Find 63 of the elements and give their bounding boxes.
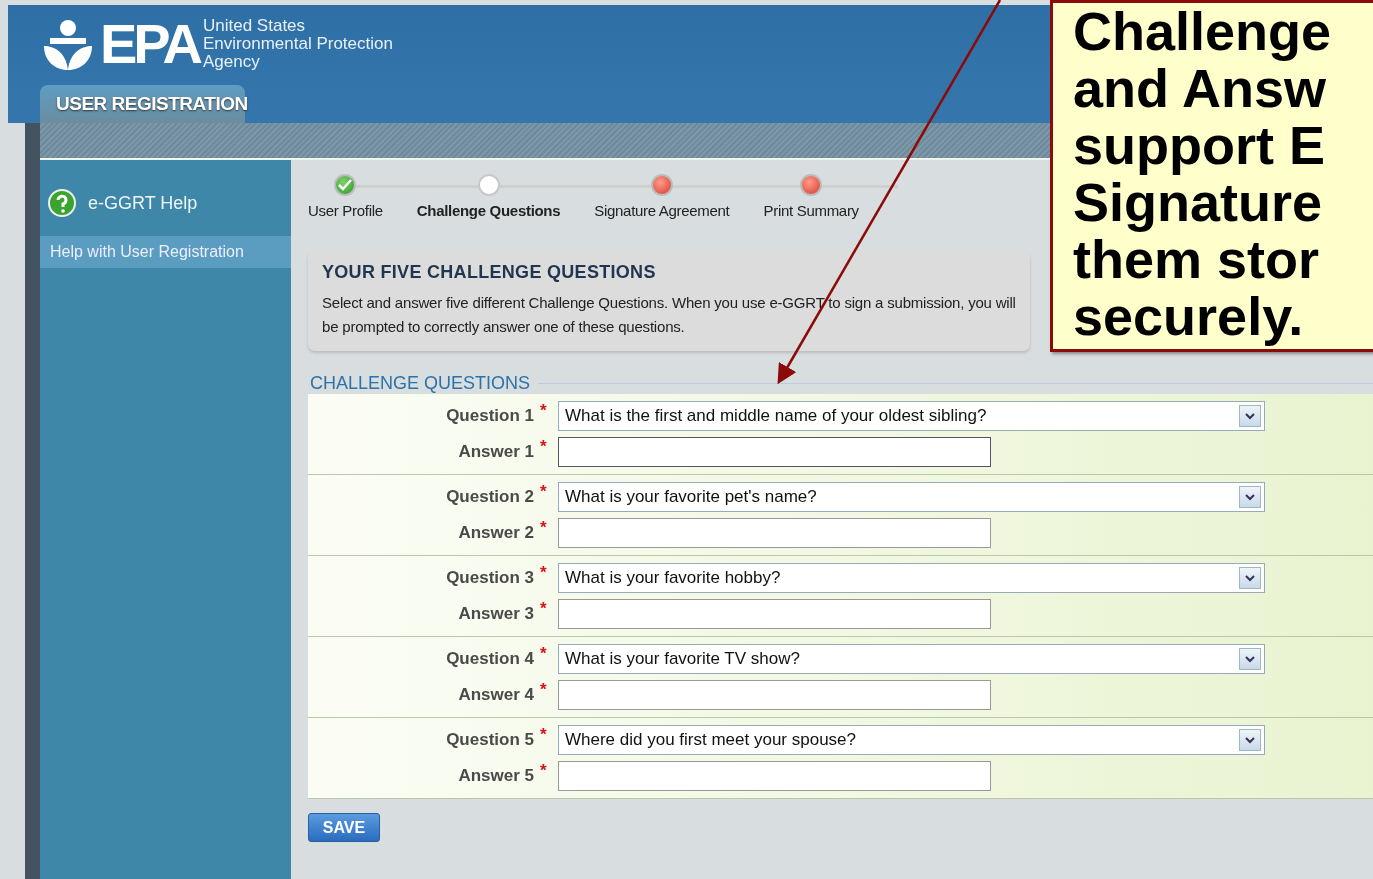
help-icon — [48, 189, 76, 217]
dropdown-caret-icon — [1239, 486, 1261, 508]
dropdown-value: What is your favorite pet's name? — [565, 487, 817, 507]
callout-text: and Answ — [1073, 60, 1327, 117]
required-mark: * — [540, 482, 548, 502]
question-dropdown[interactable]: Where did you first meet your spouse? — [558, 725, 1265, 755]
callout-text: Signature — [1073, 174, 1324, 231]
required-mark: * — [540, 437, 548, 457]
dropdown-value: What is your favorite hobby? — [565, 568, 781, 588]
section-title: CHALLENGE QUESTIONS — [309, 373, 532, 394]
required-mark: * — [540, 518, 548, 538]
field-label: Question 1 — [445, 406, 535, 426]
step-status-icon — [334, 174, 357, 196]
dropdown-caret-icon — [1239, 729, 1261, 751]
required-mark: * — [540, 680, 548, 700]
answer-field[interactable] — [558, 437, 991, 467]
answer-field[interactable] — [558, 599, 991, 629]
logo-text: EPA — [100, 16, 199, 72]
required-mark: * — [540, 563, 548, 583]
field-label: Answer 3 — [457, 604, 535, 624]
step-label[interactable]: Challenge Questions — [416, 202, 561, 219]
intro-text: Select and answer five different Challenge Questions. When you use e-GGRT to sign a submission, you will be prompted to correctly answer one of these questions. — [322, 293, 1016, 337]
required-mark: * — [540, 644, 548, 664]
field-label: Answer 2 — [457, 523, 535, 543]
dropdown-caret-icon — [1239, 648, 1261, 670]
agency-name: Environmental Protection — [203, 35, 393, 53]
step-status-icon — [800, 174, 823, 196]
field-label: Answer 4 — [457, 685, 535, 705]
callout-text: support E — [1073, 117, 1326, 174]
required-mark: * — [540, 725, 548, 745]
callout-text: Challenge — [1073, 3, 1333, 60]
required-mark: * — [540, 599, 548, 619]
answer-field[interactable] — [558, 680, 991, 710]
agency-name: United States — [203, 17, 307, 35]
dropdown-value: What is your favorite TV show? — [565, 649, 800, 669]
agency-name: Agency — [203, 53, 261, 71]
field-label: Answer 5 — [457, 766, 535, 786]
field-label: Question 3 — [445, 568, 535, 588]
question-dropdown[interactable]: What is your favorite hobby? — [558, 563, 1265, 593]
field-label: Question 4 — [445, 649, 535, 669]
question-dropdown[interactable]: What is your favorite TV show? — [558, 644, 1265, 674]
step-status-icon — [650, 174, 673, 196]
callout-text: securely. — [1073, 288, 1305, 345]
field-label: Question 2 — [445, 487, 535, 507]
answer-field[interactable] — [558, 761, 991, 791]
intro-title: YOUR FIVE CHALLENGE QUESTIONS — [322, 262, 657, 283]
dropdown-caret-icon — [1239, 405, 1261, 427]
question-dropdown[interactable]: What is your favorite pet's name? — [558, 482, 1265, 512]
field-label: Question 5 — [445, 730, 535, 750]
dropdown-value: What is the first and middle name of your oldest sibling? — [565, 406, 987, 426]
save-button[interactable]: SAVE — [308, 813, 380, 842]
step-label[interactable]: User Profile — [308, 202, 383, 219]
required-mark: * — [540, 761, 548, 781]
answer-field[interactable] — [558, 518, 991, 548]
dropdown-value: Where did you first meet your spouse? — [565, 730, 857, 750]
step-label[interactable]: Signature Agreement — [594, 202, 730, 219]
step-label[interactable]: Print Summary — [763, 202, 859, 219]
field-label: Answer 1 — [457, 442, 535, 462]
help-title: e-GGRT Help — [88, 192, 198, 214]
dropdown-caret-icon — [1239, 567, 1261, 589]
callout-text: them stor — [1073, 231, 1321, 288]
question-dropdown[interactable]: What is the first and middle name of your oldest sibling? — [558, 401, 1265, 431]
required-mark: * — [540, 401, 548, 421]
